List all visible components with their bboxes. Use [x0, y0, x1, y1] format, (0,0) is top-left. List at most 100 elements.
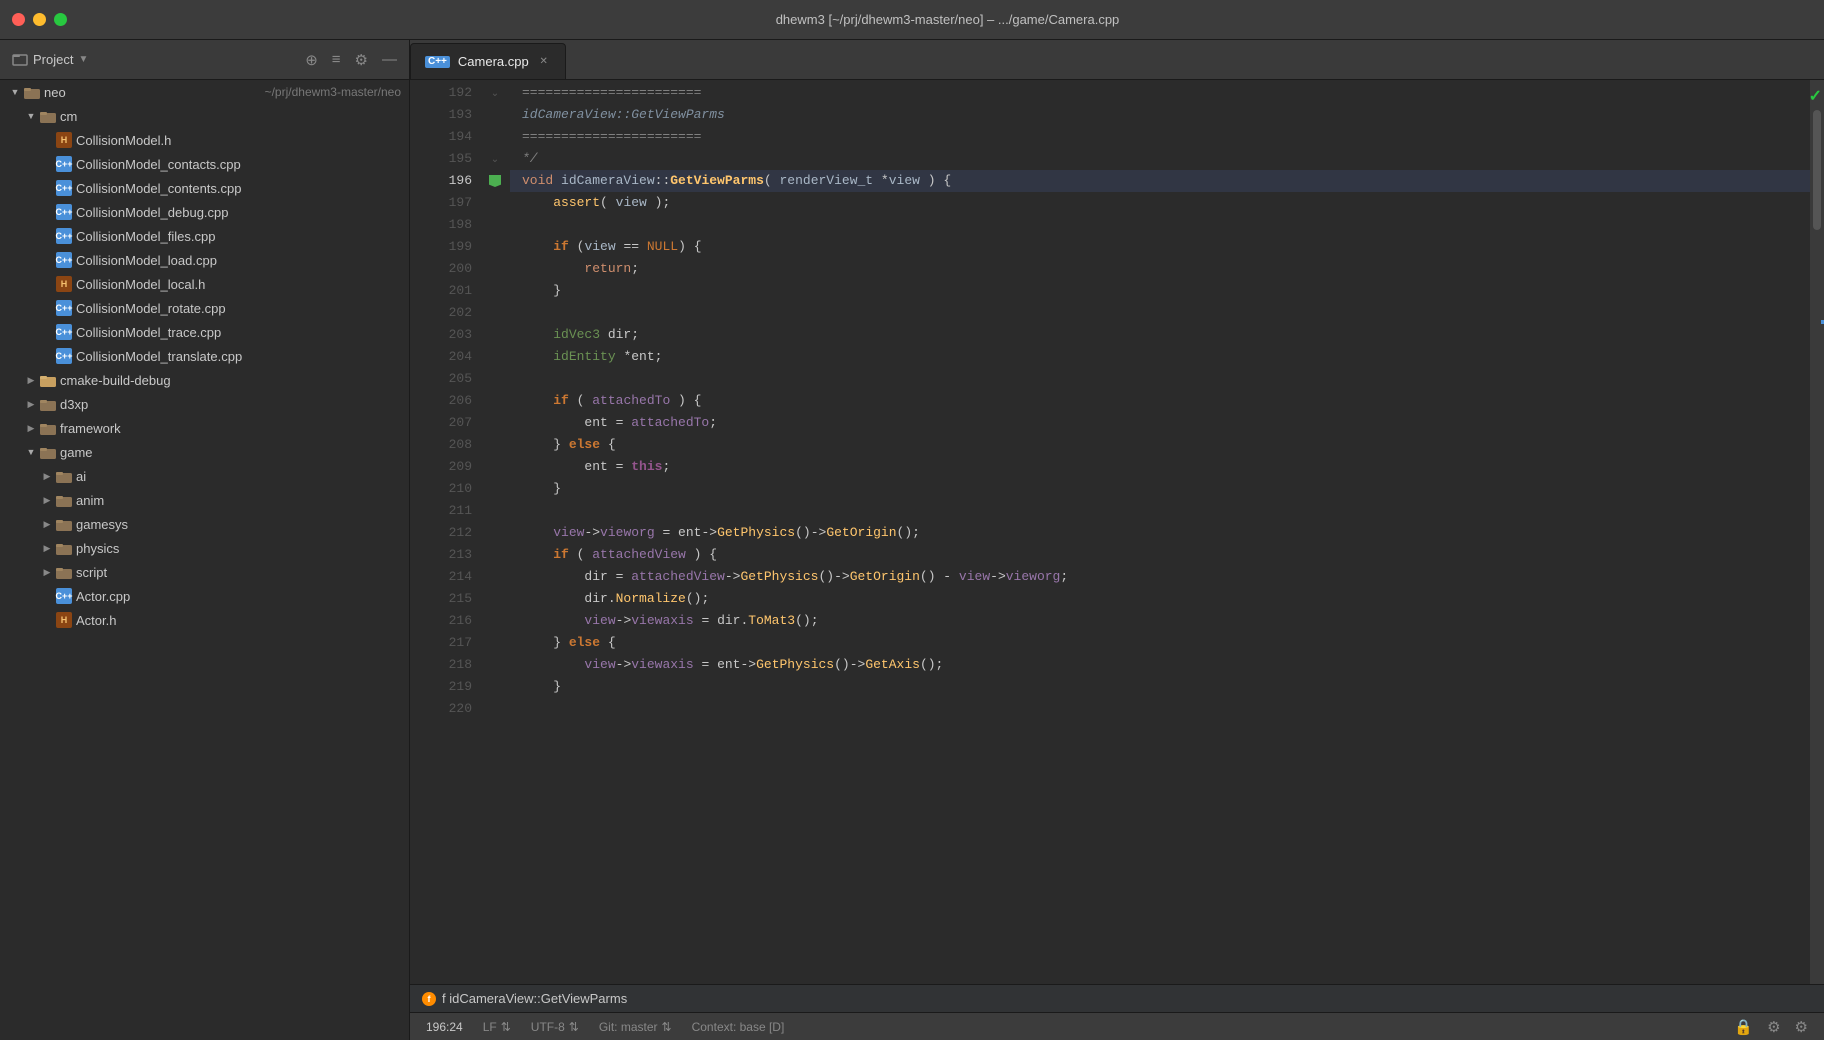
code-text: dir.	[522, 588, 616, 610]
editor-area: C++ Camera.cpp ✕ 192 193 194 195 196 197…	[410, 40, 1824, 1040]
file-label: CollisionModel_local.h	[76, 277, 401, 292]
code-text: idVec3	[553, 324, 600, 346]
line-num: 219	[418, 676, 472, 698]
add-icon[interactable]: ⊕	[305, 51, 318, 69]
line-ending[interactable]: LF ⇅	[483, 1020, 511, 1034]
git-branch[interactable]: Git: master ⇅	[599, 1020, 672, 1034]
line-num: 204	[418, 346, 472, 368]
code-text: if	[553, 236, 569, 258]
gutter-row: ⌄	[480, 82, 510, 104]
code-text: idEntity	[553, 346, 615, 368]
git-chevron: ⇅	[662, 1020, 672, 1034]
folder-label: gamesys	[76, 517, 401, 532]
line-num: 192	[418, 82, 472, 104]
encoding[interactable]: UTF-8 ⇅	[531, 1020, 579, 1034]
filter-icon[interactable]: ≡	[332, 51, 341, 68]
sidebar-item-anim[interactable]: ▶ anim	[0, 488, 409, 512]
folder-icon	[56, 566, 72, 579]
code-text: NULL	[647, 236, 678, 258]
code-text	[522, 346, 553, 368]
window-title: dhewm3 [~/prj/dhewm3-master/neo] – .../g…	[83, 12, 1812, 27]
traffic-lights[interactable]	[12, 13, 67, 26]
code-text: view	[889, 170, 920, 192]
lock-icon[interactable]: 🔒	[1734, 1018, 1753, 1036]
minimize-button[interactable]	[33, 13, 46, 26]
sidebar-item-framework[interactable]: ▶ framework	[0, 416, 409, 440]
code-line-194: =======================	[510, 126, 1810, 148]
folder-label: game	[60, 445, 401, 460]
code-text: ->	[616, 654, 632, 676]
sidebar-item-CollisionModel-rotate[interactable]: C++ CollisionModel_rotate.cpp	[0, 296, 409, 320]
sidebar-item-CollisionModel-contents[interactable]: C++ CollisionModel_contents.cpp	[0, 176, 409, 200]
file-label: CollisionModel_translate.cpp	[76, 349, 401, 364]
sidebar-item-Actor-h[interactable]: H Actor.h	[0, 608, 409, 632]
sidebar-item-cm[interactable]: ▼ cm	[0, 104, 409, 128]
code-line-196: void idCameraView::GetViewParms( renderV…	[510, 170, 1810, 192]
code-editor[interactable]: ======================= idCameraView::Ge…	[510, 80, 1810, 984]
sidebar-item-script[interactable]: ▶ script	[0, 560, 409, 584]
sidebar-item-CollisionModel-debug[interactable]: C++ CollisionModel_debug.cpp	[0, 200, 409, 224]
line-num: 213	[418, 544, 472, 566]
sync-icon[interactable]: ⚙	[1767, 1018, 1780, 1036]
sidebar-item-d3xp[interactable]: ▶ d3xp	[0, 392, 409, 416]
sidebar-item-CollisionModel-h[interactable]: H CollisionModel.h	[0, 128, 409, 152]
folder-icon	[40, 110, 56, 123]
code-text: }	[522, 434, 569, 456]
collapse-icon[interactable]: —	[382, 51, 397, 68]
settings-icon[interactable]: ⚙	[355, 51, 368, 69]
sidebar-item-CollisionModel-local-h[interactable]: H CollisionModel_local.h	[0, 272, 409, 296]
code-line-201: }	[510, 280, 1810, 302]
scrollbar-right[interactable]: ✓	[1810, 80, 1824, 984]
sidebar-item-CollisionModel-contacts[interactable]: C++ CollisionModel_contacts.cpp	[0, 152, 409, 176]
code-text: () -	[920, 566, 959, 588]
tree-arrow	[40, 205, 54, 219]
gutter-row	[480, 456, 510, 478]
code-text	[522, 390, 553, 412]
sidebar-item-cmake-build-debug[interactable]: ▶ cmake-build-debug	[0, 368, 409, 392]
code-text: dir;	[600, 324, 639, 346]
alert-icon[interactable]: ⚙	[1795, 1018, 1808, 1036]
code-line-213: if ( attachedView ) {	[510, 544, 1810, 566]
fold-icon[interactable]: ⌄	[491, 88, 499, 99]
scrollbar-thumb[interactable]	[1813, 110, 1821, 230]
sidebar-item-Actor-cpp[interactable]: C++ Actor.cpp	[0, 584, 409, 608]
maximize-button[interactable]	[54, 13, 67, 26]
sidebar-item-physics[interactable]: ▶ physics	[0, 536, 409, 560]
cpp-file-icon: C++	[56, 252, 72, 268]
code-line-214: dir = attachedView->GetPhysics()->GetOri…	[510, 566, 1810, 588]
code-text: attachedView	[592, 544, 686, 566]
code-text: view	[553, 522, 584, 544]
project-label[interactable]: Project ▼	[12, 52, 88, 68]
close-button[interactable]	[12, 13, 25, 26]
gutter-row	[480, 676, 510, 698]
gutter-row	[480, 390, 510, 412]
cm-label: cm	[60, 109, 401, 124]
line-num: 218	[418, 654, 472, 676]
fold-icon[interactable]: ⌄	[491, 154, 499, 165]
gutter-row	[480, 610, 510, 632]
tab-camera-cpp[interactable]: C++ Camera.cpp ✕	[410, 43, 566, 79]
breadcrumb-bar: f f idCameraView::GetViewParms	[410, 984, 1824, 1012]
tab-close-button[interactable]: ✕	[537, 55, 551, 69]
sidebar-item-CollisionModel-trace[interactable]: C++ CollisionModel_trace.cpp	[0, 320, 409, 344]
sidebar-item-game[interactable]: ▼ game	[0, 440, 409, 464]
folder-label: cmake-build-debug	[60, 373, 401, 388]
sidebar-item-CollisionModel-load[interactable]: C++ CollisionModel_load.cpp	[0, 248, 409, 272]
code-text: GetAxis	[865, 654, 920, 676]
sidebar-item-gamesys[interactable]: ▶ gamesys	[0, 512, 409, 536]
sidebar-item-neo[interactable]: ▼ neo ~/prj/dhewm3-master/neo	[0, 80, 409, 104]
tree-arrow	[40, 613, 54, 627]
code-text: Normalize	[616, 588, 686, 610]
code-text: else	[569, 434, 600, 456]
sidebar-icons: ⊕ ≡ ⚙ —	[305, 51, 397, 69]
sidebar-item-CollisionModel-files[interactable]: C++ CollisionModel_files.cpp	[0, 224, 409, 248]
sidebar-item-ai[interactable]: ▶ ai	[0, 464, 409, 488]
code-line-193: idCameraView::GetViewParms	[510, 104, 1810, 126]
sidebar-item-CollisionModel-translate[interactable]: C++ CollisionModel_translate.cpp	[0, 344, 409, 368]
code-text: ();	[686, 588, 709, 610]
h-file-icon: H	[56, 612, 72, 628]
main-layout: Project ▼ ⊕ ≡ ⚙ — ▼ neo ~/prj/dhewm3-mas…	[0, 40, 1824, 1040]
breakpoint-marker[interactable]	[489, 175, 501, 187]
code-text: =======================	[522, 82, 701, 104]
project-chevron: ▼	[78, 54, 88, 65]
